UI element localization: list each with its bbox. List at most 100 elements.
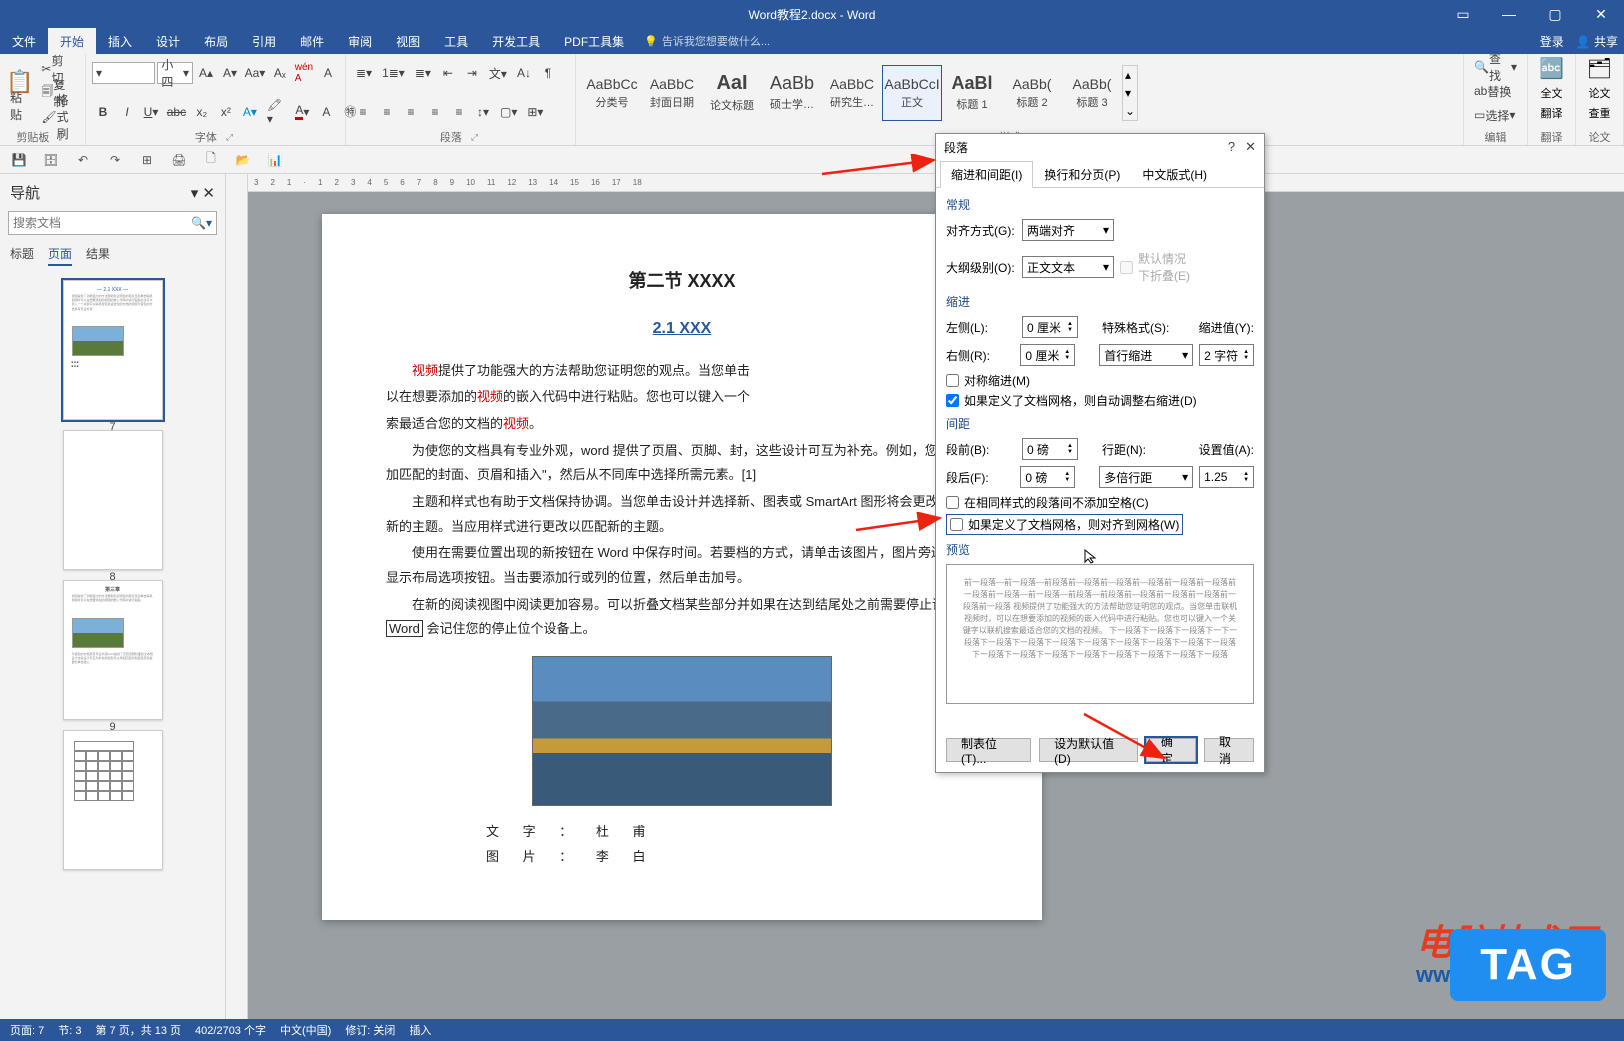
nav-tab-results[interactable]: 结果 — [86, 245, 110, 266]
search-icon[interactable]: 🔍▾ — [191, 216, 212, 230]
indent-left-input[interactable]: 0 厘米▲▼ — [1022, 316, 1078, 338]
nav-dropdown-icon[interactable]: ▾ — [191, 185, 199, 202]
login-link[interactable]: 登录 — [1540, 33, 1564, 50]
tab-references[interactable]: 引用 — [240, 28, 288, 54]
select-button[interactable]: ▭选择▾ — [1470, 104, 1519, 126]
shading-icon[interactable]: ▢▾ — [496, 101, 521, 123]
snap-grid-checkbox[interactable] — [950, 518, 963, 531]
alignment-select[interactable]: 两端对齐▾ — [1022, 219, 1114, 241]
align-right-icon[interactable]: ≡ — [400, 101, 422, 123]
dialog-tab-indent[interactable]: 缩进和间距(I) — [940, 161, 1033, 188]
outline-select[interactable]: 正文文本▾ — [1022, 256, 1114, 278]
status-lang[interactable]: 中文(中国) — [280, 1022, 331, 1038]
line-spacing-icon[interactable]: ↕▾ — [472, 101, 494, 123]
justify-icon[interactable]: ≡ — [424, 101, 446, 123]
page-thumbnail[interactable]: 8 — [63, 430, 163, 570]
styles-more-icon[interactable]: ⌄ — [1125, 104, 1135, 118]
paste-button[interactable]: 粘贴 — [6, 95, 33, 117]
nav-close-icon[interactable]: ✕ — [202, 185, 215, 202]
paragraph-launcher-icon[interactable]: ⤢ — [468, 131, 481, 144]
tab-view[interactable]: 视图 — [384, 28, 432, 54]
save-icon[interactable]: 💾 — [8, 149, 30, 171]
replace-button[interactable]: ab替换 — [1470, 80, 1515, 102]
tab-tools[interactable]: 工具 — [432, 28, 480, 54]
undo-icon[interactable]: ↶ — [72, 149, 94, 171]
underline-icon[interactable]: U▾ — [140, 101, 162, 123]
shrink-font-icon[interactable]: A▾ — [219, 62, 241, 84]
align-left-icon[interactable]: ≡ — [352, 101, 374, 123]
tell-me[interactable]: 💡告诉我您想要做什么... — [636, 28, 778, 54]
minimize-icon[interactable]: — — [1486, 0, 1532, 28]
phonetic-icon[interactable]: wénA — [293, 62, 315, 84]
page-thumbnail[interactable] — [63, 730, 163, 870]
tab-layout[interactable]: 布局 — [192, 28, 240, 54]
status-words[interactable]: 402/2703 个字 — [195, 1022, 266, 1038]
space-after-input[interactable]: 0 磅▲▼ — [1020, 466, 1075, 488]
new-icon[interactable]: 🗋 — [200, 149, 222, 171]
tab-review[interactable]: 审阅 — [336, 28, 384, 54]
line-spacing-select[interactable]: 多倍行距▾ — [1099, 466, 1193, 488]
set-default-button[interactable]: 设为默认值(D) — [1039, 738, 1138, 762]
dec-indent-icon[interactable]: ⇤ — [437, 62, 459, 84]
tab-file[interactable]: 文件 — [0, 28, 48, 54]
indent-by-input[interactable]: 2 字符▲▼ — [1199, 344, 1254, 366]
tab-home[interactable]: 开始 — [48, 28, 96, 54]
distribute-icon[interactable]: ≡ — [448, 101, 470, 123]
nav-search[interactable]: 🔍▾ — [8, 211, 217, 235]
format-painter-button[interactable]: 🖌 格式刷 — [37, 106, 79, 128]
print-icon[interactable]: 🖨 — [168, 149, 190, 171]
translate-icon[interactable]: 🔤 — [1539, 56, 1564, 81]
dialog-close-icon[interactable]: ✕ — [1245, 139, 1256, 155]
status-pageof[interactable]: 第 7 页，共 13 页 — [95, 1022, 181, 1038]
help-icon[interactable]: ? — [1228, 139, 1235, 155]
auto-right-indent-checkbox[interactable] — [946, 394, 959, 407]
tab-developer[interactable]: 开发工具 — [480, 28, 552, 54]
subscript-icon[interactable]: x₂ — [191, 101, 213, 123]
borders-icon[interactable]: ⊞▾ — [523, 101, 547, 123]
dupcheck-icon[interactable]: 🗂 — [1587, 56, 1612, 81]
find-button[interactable]: 🔍查找▾ — [1470, 56, 1521, 78]
sort-icon[interactable]: A↓ — [513, 62, 535, 84]
document-page[interactable]: 第二节 XXXX 2.1 XXX 视频提供了功能强大的方法帮助您证明您的观点。当… — [322, 214, 1042, 920]
search-input[interactable] — [13, 216, 191, 230]
clear-format-icon[interactable]: Aₓ — [269, 62, 291, 84]
strike-icon[interactable]: abc — [164, 101, 189, 123]
special-indent-select[interactable]: 首行缩进▾ — [1099, 344, 1193, 366]
indent-right-input[interactable]: 0 厘米▲▼ — [1020, 344, 1075, 366]
open-icon[interactable]: 📂 — [232, 149, 254, 171]
ribbon-options-icon[interactable]: ▭ — [1440, 0, 1486, 28]
tab-mailings[interactable]: 邮件 — [288, 28, 336, 54]
dialog-tab-break[interactable]: 换行和分页(P) — [1033, 161, 1131, 188]
font-size-combo[interactable]: 小四▾ — [157, 62, 193, 84]
text-effect-icon[interactable]: A▾ — [239, 101, 261, 123]
share-button[interactable]: 👤 共享 — [1576, 33, 1618, 50]
char-shading-icon[interactable]: A — [315, 101, 337, 123]
inc-indent-icon[interactable]: ⇥ — [461, 62, 483, 84]
font-launcher-icon[interactable]: ⤢ — [223, 131, 236, 144]
cancel-button[interactable]: 取消 — [1204, 738, 1254, 762]
font-name-combo[interactable]: ▾ — [92, 62, 155, 84]
align-center-icon[interactable]: ≡ — [376, 101, 398, 123]
tabs-button[interactable]: 制表位(T)... — [946, 738, 1031, 762]
showmarks-icon[interactable]: ¶ — [537, 62, 559, 84]
bullets-icon[interactable]: ≣▾ — [352, 62, 376, 84]
italic-icon[interactable]: I — [116, 101, 138, 123]
styles-gallery[interactable]: AaBbCc分类号 AaBbC封面日期 AaI论文标题 AaBb硕士学… AaB… — [582, 56, 1457, 129]
multilevel-icon[interactable]: ≣▾ — [411, 62, 435, 84]
superscript-icon[interactable]: x² — [215, 101, 237, 123]
grow-font-icon[interactable]: A▴ — [195, 62, 217, 84]
styles-up-icon[interactable]: ▴ — [1125, 68, 1135, 82]
bold-icon[interactable]: B — [92, 101, 114, 123]
spacing-at-input[interactable]: 1.25▲▼ — [1199, 466, 1254, 488]
insert-table-icon[interactable]: ⊞ — [136, 149, 158, 171]
maximize-icon[interactable]: ▢ — [1532, 0, 1578, 28]
document-image[interactable] — [532, 656, 832, 806]
change-case-icon[interactable]: Aa▾ — [243, 62, 267, 84]
no-extra-space-checkbox[interactable] — [946, 496, 959, 509]
styles-down-icon[interactable]: ▾ — [1125, 86, 1135, 100]
close-icon[interactable]: ✕ — [1578, 0, 1624, 28]
status-insert[interactable]: 插入 — [409, 1022, 431, 1038]
numbering-icon[interactable]: 1≣▾ — [378, 62, 409, 84]
ok-button[interactable]: 确定 — [1146, 738, 1196, 762]
tab-design[interactable]: 设计 — [144, 28, 192, 54]
